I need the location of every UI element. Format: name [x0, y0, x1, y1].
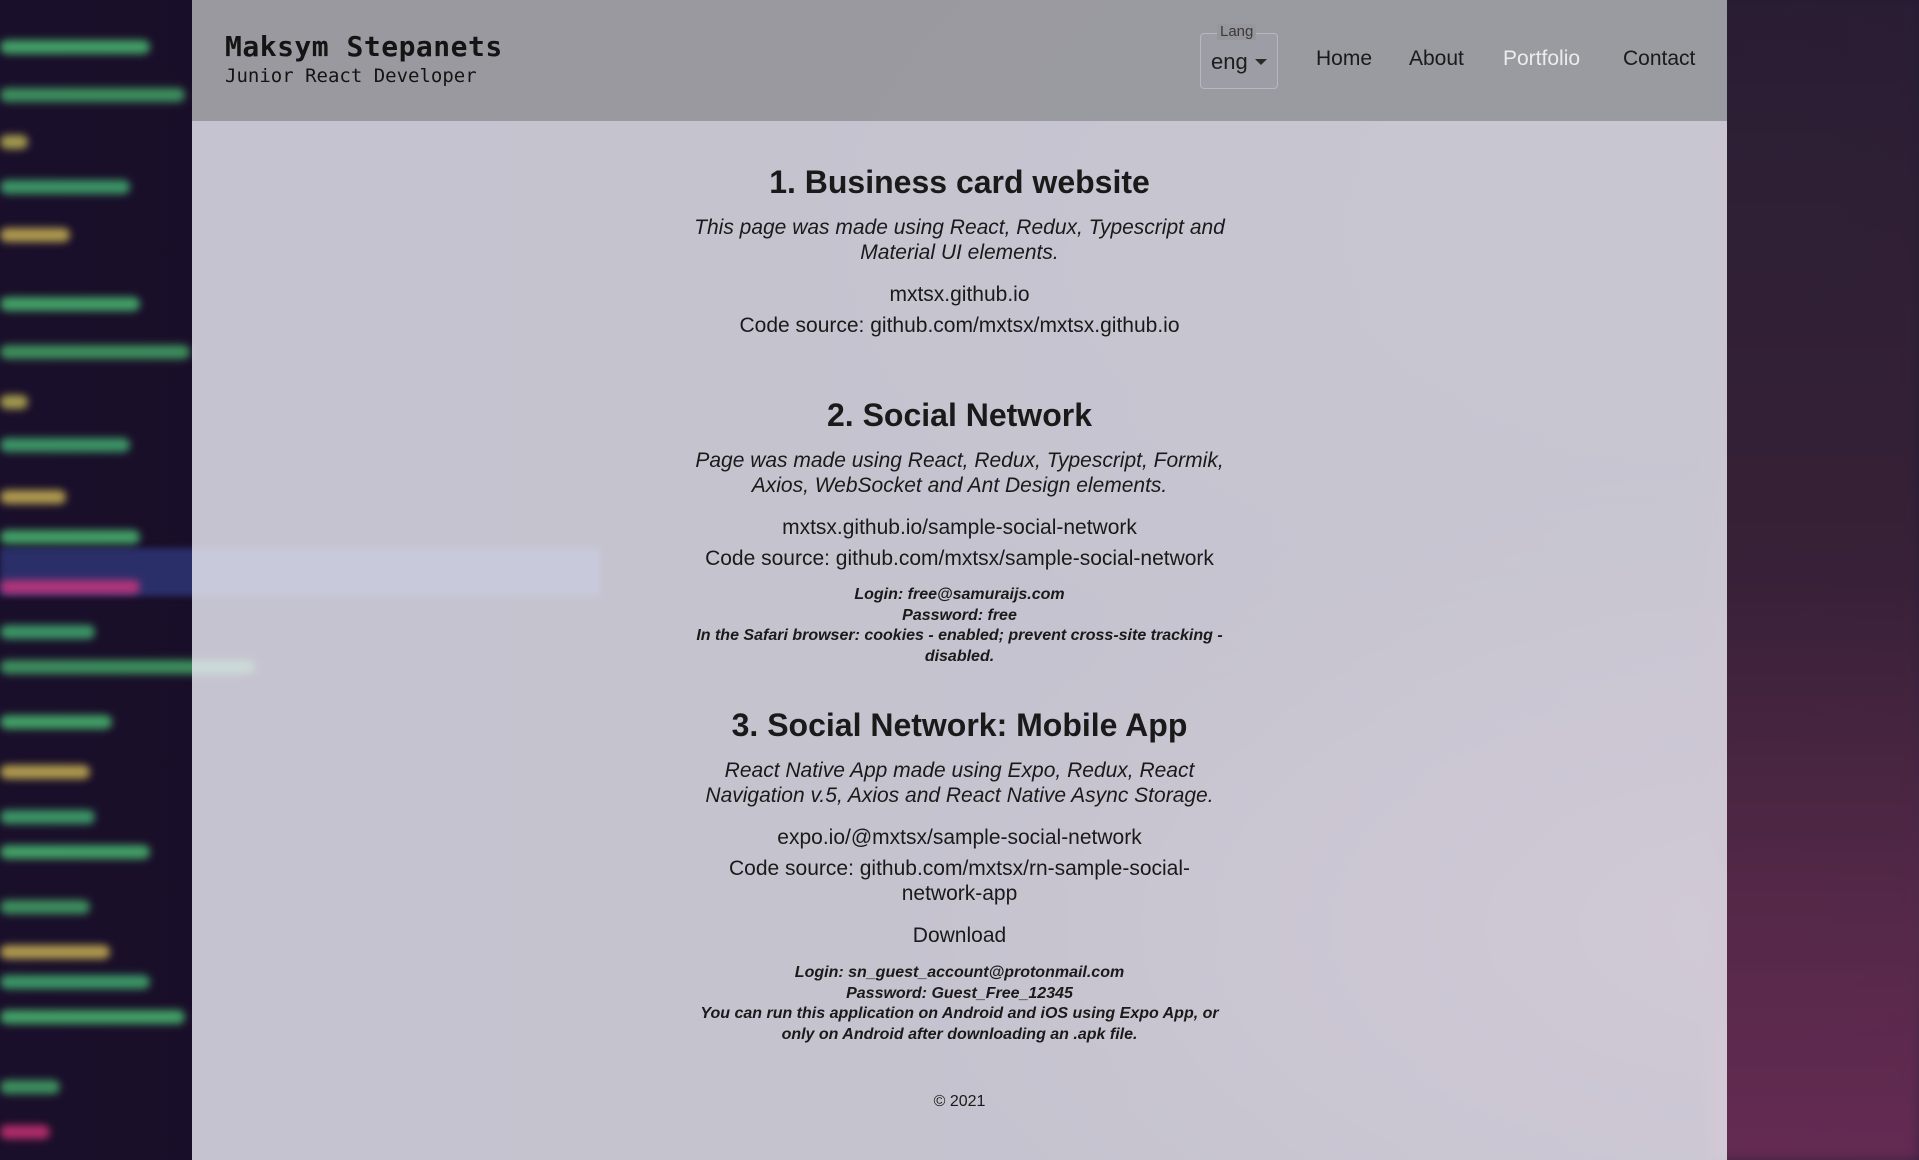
login-note: Login: free@samuraijs.com — [854, 586, 1065, 603]
portfolio-list: 1. Business card website This page was m… — [192, 121, 1727, 1111]
nav-about[interactable]: About — [1409, 47, 1464, 71]
project-title: 3. Social Network: Mobile App — [731, 707, 1188, 743]
project-card: 1. Business card website This page was m… — [690, 121, 1230, 338]
nav-contact[interactable]: Contact — [1623, 47, 1695, 71]
chevron-down-icon — [1255, 59, 1267, 65]
login-note: Login: sn_guest_account@protonmail.com — [794, 964, 1125, 981]
footer-copyright: © 2021 — [933, 1093, 986, 1110]
project-source-link[interactable]: Code source: github.com/mxtsx/sample-soc… — [690, 546, 1230, 571]
nav-home[interactable]: Home — [1316, 47, 1372, 71]
project-notes: Login: free@samuraijs.com Password: free… — [690, 585, 1230, 667]
project-site-link[interactable]: mxtsx.github.io — [690, 282, 1230, 307]
project-description: React Native App made using Expo, Redux,… — [705, 759, 1214, 807]
project-site-link[interactable]: mxtsx.github.io/sample-social-network — [690, 515, 1230, 540]
brand-name: Maksym Stepanets — [225, 30, 503, 63]
platform-note: You can run this application on Android … — [700, 1005, 1219, 1043]
project-description: This page was made using React, Redux, T… — [694, 216, 1225, 264]
language-select[interactable]: Lang eng — [1200, 24, 1278, 89]
project-title: 2. Social Network — [827, 397, 1092, 433]
nav-portfolio[interactable]: Portfolio — [1503, 47, 1580, 71]
project-source-link[interactable]: Code source: github.com/mxtsx/rn-sample-… — [690, 856, 1230, 906]
project-notes: Login: sn_guest_account@protonmail.com P… — [690, 963, 1230, 1045]
browser-note: In the Safari browser: cookies - enabled… — [696, 627, 1223, 665]
project-card: 3. Social Network: Mobile App React Nati… — [690, 707, 1230, 1045]
password-note: Password: Guest_Free_12345 — [846, 984, 1073, 1002]
language-select-label: Lang — [1217, 24, 1257, 40]
brand-role: Junior React Developer — [225, 65, 477, 87]
brand[interactable]: Maksym Stepanets Junior React Developer — [225, 30, 503, 87]
download-link[interactable]: Download — [690, 923, 1230, 948]
project-site-link[interactable]: expo.io/@mxtsx/sample-social-network — [690, 825, 1230, 850]
project-card: 2. Social Network Page was made using Re… — [690, 397, 1230, 667]
project-description: Page was made using React, Redux, Typesc… — [695, 449, 1224, 497]
project-title: 1. Business card website — [769, 164, 1150, 200]
password-note: Password: free — [902, 606, 1017, 624]
header-bar: Maksym Stepanets Junior React Developer … — [192, 0, 1727, 121]
project-source-link[interactable]: Code source: github.com/mxtsx/mxtsx.gith… — [690, 313, 1230, 338]
language-select-value: eng — [1211, 49, 1248, 74]
